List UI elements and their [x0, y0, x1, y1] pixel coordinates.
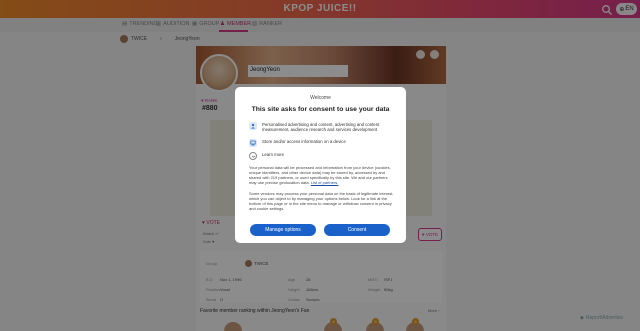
learn-more-toggle[interactable]: Learn more: [249, 152, 394, 160]
consent-button[interactable]: Consent: [324, 224, 390, 236]
consent-purpose-item: Personalised advertising and content, ad…: [249, 122, 394, 132]
consent-paragraph-1: Your personal data will be processed and…: [249, 165, 394, 186]
consent-purpose-text: Personalised advertising and content, ad…: [262, 122, 380, 133]
device-icon: [249, 139, 257, 147]
consent-storage-item: Store and/or access information on a dev…: [249, 139, 394, 147]
partners-link[interactable]: List of partners.: [311, 180, 339, 185]
manage-options-button[interactable]: Manage options: [250, 224, 316, 236]
learn-more-label: Learn more: [262, 152, 284, 157]
consent-storage-text: Store and/or access information on a dev…: [262, 139, 346, 144]
chevron-down-icon: [249, 152, 257, 160]
consent-dialog: Welcome This site asks for consent to us…: [235, 87, 406, 243]
person-icon: [249, 122, 257, 130]
dialog-welcome: Welcome: [310, 95, 331, 101]
consent-paragraph-2: Some vendors may process your personal d…: [249, 191, 394, 211]
dialog-title: This site asks for consent to use your d…: [251, 106, 390, 113]
